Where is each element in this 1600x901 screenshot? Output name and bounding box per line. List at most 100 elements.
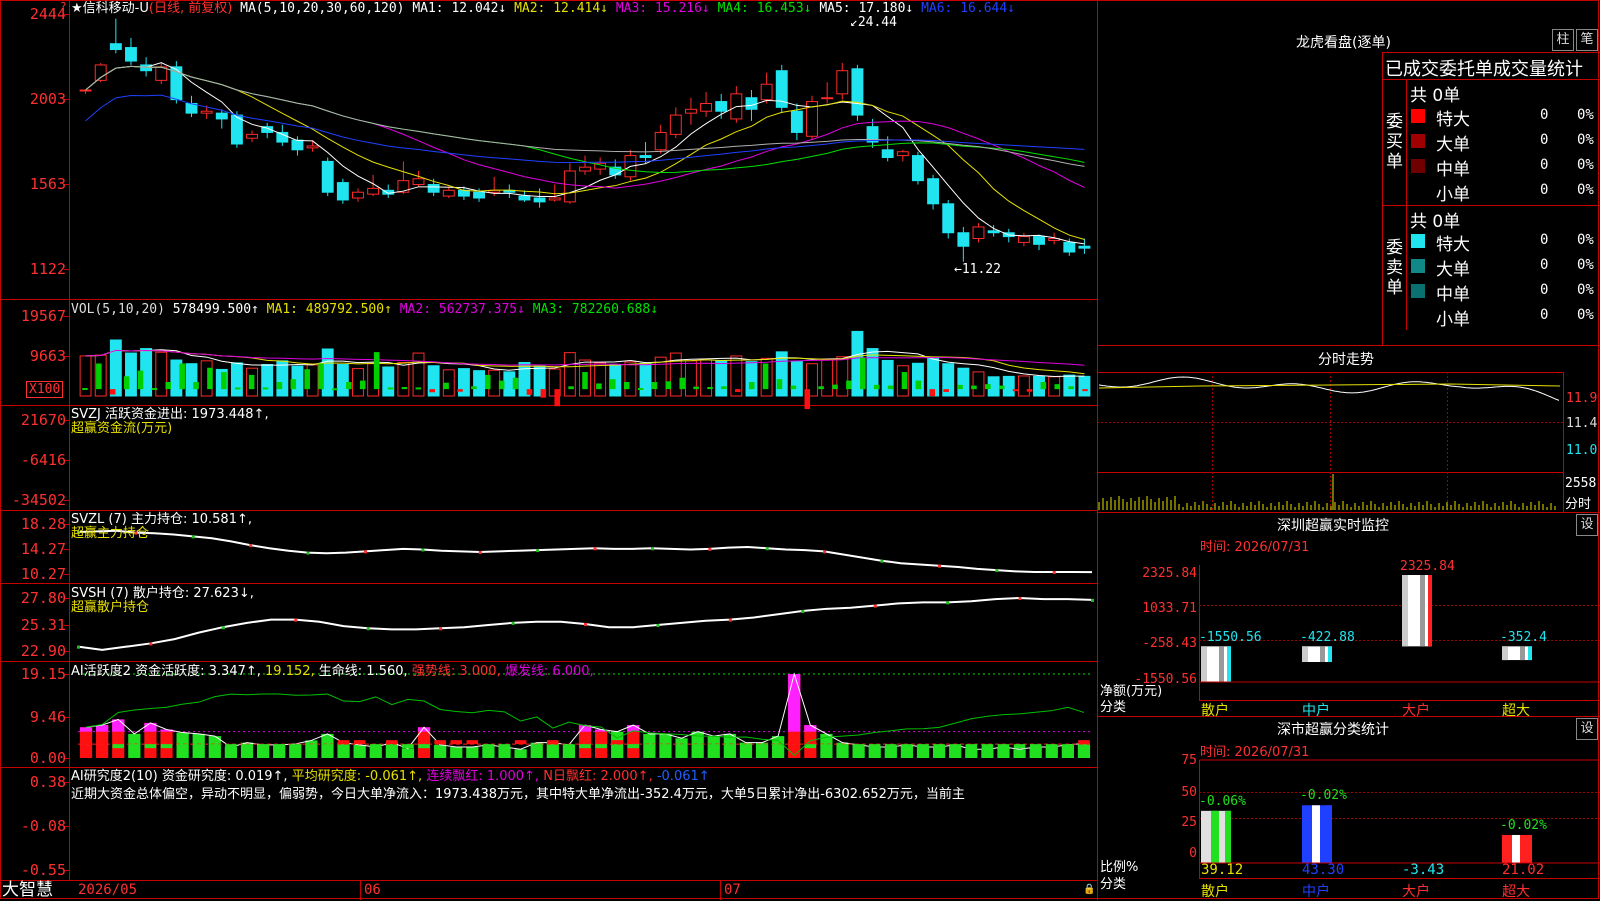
volume-bar — [912, 362, 924, 397]
svzl-tick: 18.28 — [20, 515, 66, 533]
research-bar — [225, 744, 237, 750]
activity-bar — [466, 747, 479, 758]
corner-marker: ? — [60, 0, 67, 13]
buy-row-value: 0 — [1540, 132, 1549, 148]
flow-bar — [971, 385, 977, 390]
vol-tick: 19567 — [20, 307, 66, 325]
volume-bar — [624, 361, 637, 397]
research-bar — [820, 744, 833, 749]
high-annotation: ↙24.44 — [850, 15, 897, 30]
flow-bar — [637, 387, 644, 390]
candle-down — [957, 232, 970, 247]
sz-class-time: 时间: 2026/07/31 — [1200, 745, 1310, 760]
position-tick — [584, 622, 587, 626]
activity-bar — [1077, 743, 1091, 758]
class-category: 散户 — [1201, 884, 1229, 900]
bar-mode-button[interactable]: 柱 — [1552, 29, 1574, 51]
class-bar — [1302, 805, 1332, 863]
flow-bar — [401, 387, 408, 390]
ma-value: MA4: 16.453↓ — [709, 1, 812, 16]
sz-monitor-settings-button[interactable]: 设 — [1576, 514, 1598, 536]
sell-row-label: 特大 — [1436, 235, 1470, 255]
position-tick — [249, 544, 253, 548]
class-category: 中户 — [1302, 884, 1330, 900]
retail-position-plot — [77, 596, 1094, 651]
position-tick — [439, 627, 443, 631]
ma-values: MA1: 12.042↓ MA2: 12.414↓ MA3: 15.216↓ M… — [412, 1, 1015, 16]
favorite-star-icon[interactable]: ★ — [71, 1, 83, 16]
research-bar — [112, 744, 125, 749]
volume-bar — [473, 370, 486, 397]
candle-up — [367, 187, 380, 195]
class-bottom-label: 43.30 — [1302, 862, 1345, 878]
lock-icon[interactable]: 🔒 — [1083, 884, 1095, 895]
research-bar — [337, 740, 350, 745]
position-tick — [77, 645, 80, 649]
sz-class-settings-button[interactable]: 设 — [1576, 718, 1598, 740]
candle-down — [912, 155, 924, 182]
research-bar — [756, 744, 768, 749]
buy-side-label: 委买单 — [1386, 112, 1403, 172]
buy-row-label: 大单 — [1436, 135, 1470, 155]
sell-row-pct: 0% — [1577, 307, 1594, 323]
activity-bar — [514, 749, 527, 758]
flow-bar — [165, 382, 172, 390]
monitor-bar-label: -352.4 — [1500, 630, 1547, 646]
monitor-bar-edge — [1428, 575, 1432, 647]
flow-bar — [332, 388, 338, 391]
buy-row-label: 小单 — [1436, 185, 1470, 205]
sell-row-pct: 0% — [1577, 232, 1594, 248]
monitor-bar — [1402, 575, 1432, 647]
buy-row-pct: 0% — [1577, 132, 1594, 148]
volume-bar — [881, 359, 894, 397]
sz-monitor-plot — [1199, 575, 1600, 683]
buy-row-value: 0 — [1540, 182, 1549, 198]
position-tick — [728, 618, 732, 622]
position-tick — [1052, 570, 1056, 574]
svzl-subtitle: 超赢主力持仓 — [71, 526, 150, 541]
flow-bar — [901, 372, 908, 390]
class-bar-edge — [1326, 805, 1332, 863]
position-tick — [191, 535, 195, 539]
flow-bar — [471, 386, 477, 390]
flow-bar — [679, 377, 686, 390]
candle-up — [442, 189, 455, 197]
flow-bar — [484, 374, 491, 390]
flow-bar — [915, 380, 922, 390]
monitor-category: 超大 — [1502, 703, 1530, 719]
buy-row-pct: 0% — [1577, 107, 1594, 123]
sz-class-tick: 25 — [1181, 815, 1197, 830]
buy-row-value: 0 — [1540, 157, 1549, 173]
research-bar — [547, 740, 559, 745]
research-bar — [80, 740, 92, 745]
research-bar — [949, 744, 961, 749]
vol-ma1: MA1: 489792.500↑ — [266, 302, 392, 317]
volume-bar — [700, 359, 713, 397]
flow-bar — [443, 382, 449, 390]
volume-bar — [1002, 375, 1015, 397]
position-tick — [593, 547, 597, 551]
sell-row-pct: 0% — [1577, 282, 1594, 298]
research-bar — [482, 744, 495, 749]
flow-bar — [234, 387, 241, 390]
flow-bar — [1054, 384, 1061, 390]
candle-up — [155, 66, 168, 81]
buy-row-swatch — [1411, 109, 1425, 123]
activity-bar — [434, 744, 447, 758]
candle-down — [1033, 236, 1045, 245]
flow-bar — [1082, 389, 1088, 392]
candle-up — [246, 133, 258, 139]
intraday-plot — [1098, 376, 1561, 510]
volume-bar — [276, 360, 289, 397]
research-bar — [595, 744, 607, 749]
monitor-bar-shade — [1302, 646, 1308, 663]
stock-title: 信科移动-U — [82, 1, 149, 16]
flow-bar — [651, 382, 658, 390]
buy-row-swatch — [1411, 159, 1425, 173]
flow-bar — [957, 384, 963, 390]
ma-value: MA3: 15.216↓ — [608, 1, 710, 16]
class-bar-edge — [1526, 834, 1532, 863]
monitor-bar-label: 2325.84 — [1400, 559, 1455, 574]
sz-class-tick: 0 — [1189, 846, 1197, 861]
tick-mode-button[interactable]: 笔 — [1576, 29, 1598, 51]
